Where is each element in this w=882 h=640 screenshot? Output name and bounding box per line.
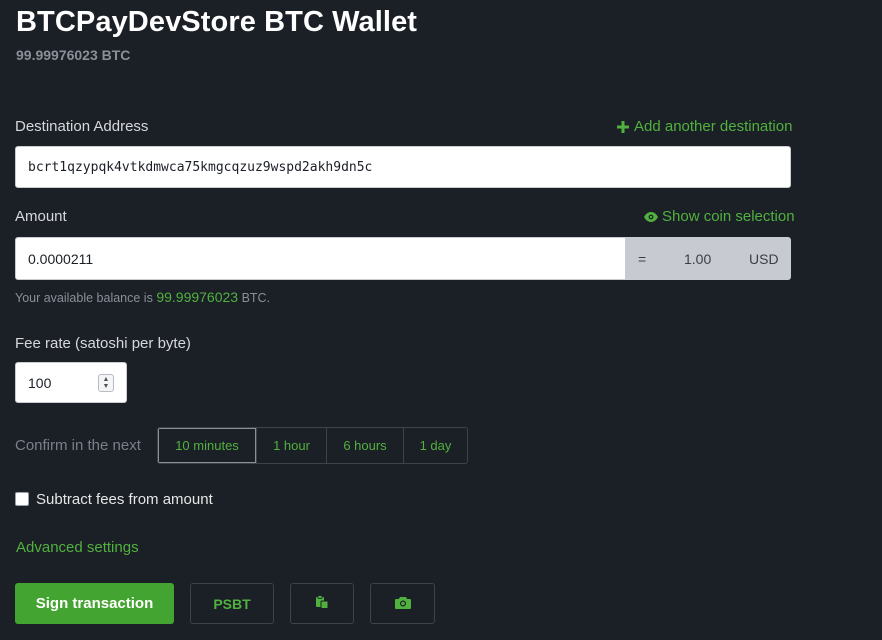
- sign-transaction-button[interactable]: Sign transaction: [15, 583, 174, 624]
- subtract-fees-label[interactable]: Subtract fees from amount: [36, 491, 213, 508]
- scan-button[interactable]: [370, 583, 435, 624]
- fee-rate-value: 100: [28, 374, 52, 391]
- camera-icon: [394, 596, 411, 612]
- destination-label: Destination Address: [15, 118, 149, 135]
- stepper-up-icon[interactable]: ▲: [103, 376, 110, 383]
- hint-suffix: BTC.: [241, 291, 271, 305]
- subtract-fees-checkbox[interactable]: [15, 492, 29, 506]
- confirm-option-1-day[interactable]: 1 day: [403, 428, 467, 463]
- advanced-settings-link[interactable]: Advanced settings: [16, 539, 139, 556]
- add-destination-link[interactable]: Add another destination: [616, 118, 792, 135]
- show-coin-selection-link[interactable]: Show coin selection: [644, 208, 795, 225]
- fiat-value: 1.00: [684, 250, 712, 267]
- add-destination-label: Add another destination: [634, 118, 793, 135]
- confirm-option-1-hour[interactable]: 1 hour: [256, 428, 326, 463]
- available-balance-hint: Your available balance is 99.99976023 BT…: [15, 289, 270, 305]
- fee-rate-stepper[interactable]: ▲ ▼: [98, 374, 114, 392]
- confirm-time-group: 10 minutes 1 hour 6 hours 1 day: [157, 427, 468, 464]
- fee-rate-input[interactable]: 100 ▲ ▼: [15, 362, 127, 403]
- amount-label: Amount: [15, 208, 67, 225]
- equals-sign: =: [638, 250, 647, 267]
- stepper-down-icon[interactable]: ▼: [103, 383, 110, 390]
- page-title: BTCPayDevStore BTC Wallet: [16, 6, 418, 38]
- fiat-currency: USD: [749, 250, 779, 267]
- paste-button[interactable]: [290, 583, 354, 624]
- confirm-option-6-hours[interactable]: 6 hours: [326, 428, 403, 463]
- show-coin-selection-label: Show coin selection: [662, 208, 795, 225]
- psbt-button[interactable]: PSBT: [190, 583, 274, 624]
- amount-input[interactable]: 0.0000211: [15, 237, 626, 280]
- clipboard-icon: [315, 595, 329, 612]
- destination-address-input[interactable]: bcrt1qzypqk4vtkdmwca75kmgcqzuz9wspd2akh9…: [15, 146, 791, 188]
- hint-balance-value[interactable]: 99.99976023: [156, 289, 238, 305]
- hint-prefix: Your available balance is: [15, 291, 153, 305]
- eye-icon: [644, 210, 658, 224]
- confirm-label: Confirm in the next: [15, 437, 141, 454]
- fee-rate-label: Fee rate (satoshi per byte): [15, 335, 191, 352]
- plus-icon: [616, 120, 630, 134]
- wallet-balance: 99.99976023 BTC: [16, 47, 131, 63]
- confirm-option-10-minutes[interactable]: 10 minutes: [158, 428, 256, 463]
- fiat-conversion: = 1.00 USD: [625, 237, 791, 280]
